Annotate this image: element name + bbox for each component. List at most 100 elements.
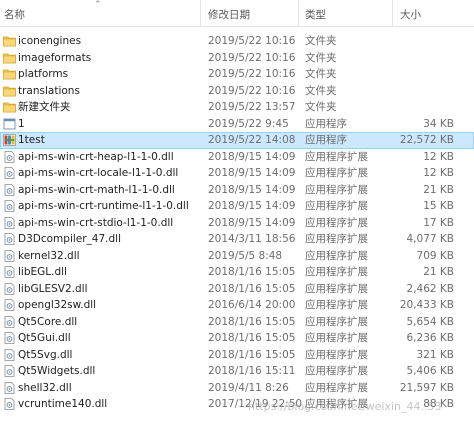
file-name: api-ms-win-crt-heap-l1-1-0.dll [18,150,174,163]
file-name: D3Dcompiler_47.dll [18,233,122,245]
file-name: libGLESV2.dll [18,282,88,295]
column-modified-header[interactable]: 修改日期 [208,7,250,22]
file-row[interactable]: Qt5Widgets.dll 2018/1/16 15:11 应用程序扩展 5,406… [0,363,474,380]
column-divider[interactable] [298,0,299,26]
file-type: 应用程序扩展 [305,249,368,262]
file-size: 12 KB [423,150,454,163]
file-type: 文件夹 [305,68,337,80]
folder-icon [3,52,16,64]
column-divider[interactable] [200,0,201,26]
file-row[interactable]: opengl32sw.dll 2016/6/14 20:00 应用程序扩展 20,43… [0,297,474,314]
file-size: 17 KB [423,216,454,229]
file-size: 709 KB [416,249,454,262]
file-type: 文件夹 [305,84,337,97]
column-type-header[interactable]: 类型 [305,7,326,22]
file-type: 应用程序扩展 [305,365,368,377]
file-row[interactable]: 1test 2019/5/22 14:08 应用程序 22,572 KB [0,132,474,149]
file-modified-date: 2018/9/15 14:09 [208,167,296,179]
file-modified-date: 2019/5/22 10:16 [208,51,296,64]
dll-icon [3,167,16,179]
file-name: translations [18,84,80,97]
file-type: 应用程序扩展 [305,150,368,163]
dll-icon [3,348,16,361]
file-row[interactable]: platforms 2019/5/22 10:16 文件夹 [0,66,474,83]
file-row[interactable]: shell32.dll 2019/4/11 8:26 应用程序扩展 21,597 KB [0,380,474,397]
file-row[interactable]: libEGL.dll 2018/1/16 15:05 应用程序扩展 21 KB [0,264,474,281]
file-name: opengl32sw.dll [18,299,97,311]
file-row[interactable]: libGLESV2.dll 2018/1/16 15:05 应用程序扩展 2,462 … [0,281,474,298]
file-size: 21 KB [423,266,454,278]
file-size: 6,236 KB [406,332,455,344]
folder-icon [3,85,16,97]
file-type: 应用程序 [305,117,347,130]
file-size: 15 KB [423,200,454,212]
file-modified-date: 2018/1/16 15:05 [208,332,296,344]
file-row[interactable]: Qt5Gui.dll 2018/1/16 15:05 应用程序扩展 6,236 KB [0,330,474,347]
sort-chevron-icon[interactable]: ⌃ [94,0,102,10]
file-name: kernel32.dll [18,249,80,262]
file-type: 应用程序 [305,134,347,146]
file-modified-date: 2018/1/16 15:05 [208,282,296,295]
file-row[interactable]: iconengines 2019/5/22 10:16 文件夹 [0,33,474,50]
file-modified-date: 2018/9/15 14:09 [208,216,296,229]
file-row[interactable]: api-ms-win-crt-runtime-l1-1-0.dll 2018/9/… [0,198,474,215]
dll-icon [3,200,16,212]
file-row[interactable]: kernel32.dll 2019/5/5 8:48 应用程序扩展 709 KB [0,248,474,265]
column-name-header[interactable]: 名称 [4,7,25,22]
file-row[interactable]: api-ms-win-crt-stdio-l1-1-0.dll 2018/9/15… [0,215,474,232]
file-row[interactable]: imageformats 2019/5/22 10:16 文件夹 [0,50,474,67]
file-type: 应用程序扩展 [305,315,368,328]
file-row[interactable]: translations 2019/5/22 10:16 文件夹 [0,83,474,100]
file-modified-date: 2018/1/16 15:05 [208,348,296,361]
file-row[interactable]: Qt5Svg.dll 2018/1/16 15:05 应用程序扩展 321 KB [0,347,474,364]
file-name: 新建文件夹 [18,101,71,113]
file-type: 文件夹 [305,101,337,113]
column-header: ⌃ 名称 修改日期 类型 大小 [0,0,474,27]
file-row[interactable]: 新建文件夹 2019/5/22 13:57 文件夹 [0,99,474,116]
dll-icon [3,150,16,163]
file-modified-date: 2018/9/15 14:09 [208,183,296,196]
dll-icon [3,365,16,377]
file-type: 应用程序扩展 [305,282,368,295]
folder-icon [3,35,16,47]
file-type: 应用程序扩展 [305,266,368,278]
file-size: 5,654 KB [406,315,455,328]
dll-icon [3,282,16,295]
file-name: Qt5Core.dll [18,315,78,328]
file-type: 应用程序扩展 [305,381,368,394]
file-type: 应用程序扩展 [305,233,368,245]
file-name: Qt5Svg.dll [18,348,73,361]
file-modified-date: 2019/5/22 10:16 [208,68,296,80]
file-name: shell32.dll [18,381,72,394]
file-modified-date: 2019/5/22 9:45 [208,117,289,130]
file-modified-date: 2019/5/5 8:48 [208,249,283,262]
file-modified-date: 2019/4/11 8:26 [208,381,289,394]
file-row[interactable]: api-ms-win-crt-math-l1-1-0.dll 2018/9/15 … [0,182,474,199]
file-name: Qt5Widgets.dll [18,365,96,377]
file-modified-date: 2019/5/22 10:16 [208,35,296,47]
file-name: libEGL.dll [18,266,67,278]
file-type: 应用程序扩展 [305,183,368,196]
file-name: vcruntime140.dll [18,398,108,410]
file-type: 应用程序扩展 [305,200,368,212]
file-row[interactable]: api-ms-win-crt-locale-l1-1-0.dll 2018/9/1… [0,165,474,182]
file-type: 应用程序扩展 [305,348,368,361]
folder-icon [3,101,16,113]
file-row[interactable]: Qt5Core.dll 2018/1/16 15:05 应用程序扩展 5,654 KB [0,314,474,331]
dll-icon [3,266,16,278]
file-name: Qt5Gui.dll [18,332,71,344]
file-name: platforms [18,68,69,80]
column-size-header[interactable]: 大小 [400,7,421,22]
file-size: 4,077 KB [406,233,455,245]
file-row[interactable]: D3Dcompiler_47.dll 2014/3/11 18:56 应用程序扩展 4… [0,231,474,248]
file-size: 21 KB [423,183,454,196]
file-row[interactable]: api-ms-win-crt-heap-l1-1-0.dll 2018/9/15 … [0,149,474,166]
file-type: 应用程序扩展 [305,216,368,229]
file-modified-date: 2019/5/22 13:57 [208,101,296,113]
dll-icon [3,398,16,410]
file-row[interactable]: 1 2019/5/22 9:45 应用程序 34 KB [0,116,474,133]
file-modified-date: 2018/9/15 14:09 [208,200,296,212]
dll-icon [3,332,16,344]
column-divider[interactable] [392,0,393,26]
file-name: 1 [18,117,25,130]
